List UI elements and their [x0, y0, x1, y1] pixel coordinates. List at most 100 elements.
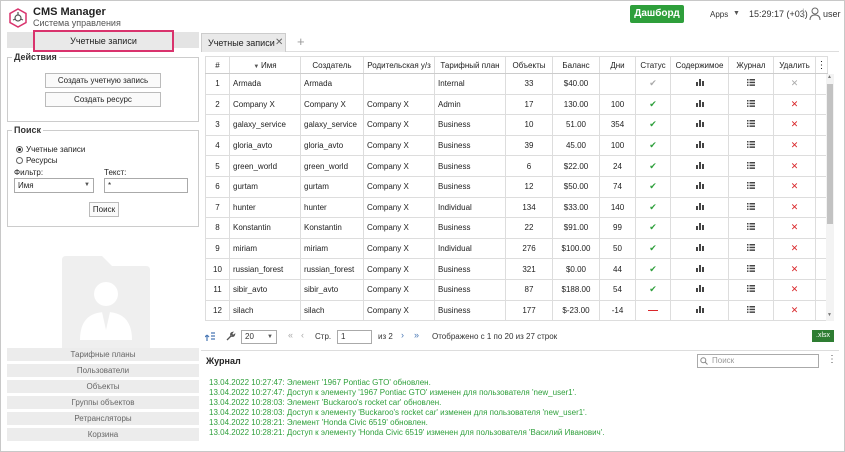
- first-page-icon[interactable]: «: [288, 330, 293, 340]
- delete-icon[interactable]: ✕: [791, 243, 799, 253]
- delete-icon[interactable]: ✕: [791, 202, 799, 212]
- journal-menu-icon[interactable]: ⋮: [827, 354, 837, 365]
- table-scrollbar-thumb[interactable]: [827, 84, 833, 224]
- nav-tariff-plans[interactable]: Тарифные планы: [7, 348, 199, 361]
- delete-icon[interactable]: ✕: [791, 264, 799, 274]
- list-icon[interactable]: [747, 202, 755, 210]
- sidebar: Учетные записи Действия Создать учетную …: [7, 30, 199, 448]
- delete-icon[interactable]: ✕: [791, 99, 799, 109]
- delete-icon[interactable]: ✕: [791, 161, 799, 171]
- last-page-icon[interactable]: »: [414, 330, 419, 340]
- user-icon[interactable]: [809, 7, 821, 21]
- table-row[interactable]: 1 Armada Armada Internal 33 $40.00 ✔ ✕: [205, 73, 828, 95]
- export-xlsx-button[interactable]: .xlsx: [812, 330, 834, 342]
- bar-chart-icon[interactable]: [695, 79, 704, 87]
- delete-icon[interactable]: ✕: [791, 78, 799, 88]
- apps-menu[interactable]: Apps: [710, 10, 728, 19]
- user-name[interactable]: user: [823, 9, 841, 19]
- col-header-status[interactable]: Статус: [635, 56, 671, 74]
- col-header-num[interactable]: #: [205, 56, 230, 74]
- col-header-plan[interactable]: Тарифный план: [434, 56, 506, 74]
- list-icon[interactable]: [747, 264, 755, 272]
- col-header-parent[interactable]: Родительская у/з: [363, 56, 435, 74]
- radio-accounts[interactable]: [16, 146, 23, 153]
- tab-accounts[interactable]: Учетные записи ✕: [201, 33, 286, 52]
- sidebar-tab-accounts[interactable]: Учетные записи: [33, 30, 174, 52]
- table-row[interactable]: 5 green_world green_world Company X Business…: [205, 155, 828, 177]
- table-row[interactable]: 11 sibir_avto sibir_avto Company X Business 8…: [205, 278, 828, 301]
- prev-page-icon[interactable]: ‹: [301, 330, 304, 340]
- list-icon[interactable]: [747, 99, 755, 107]
- table-row[interactable]: 7 hunter hunter Company X Individual 134 $33.0…: [205, 196, 828, 219]
- col-header-delete[interactable]: Удалить: [773, 56, 816, 74]
- add-tab-icon[interactable]: +: [297, 34, 305, 49]
- delete-icon[interactable]: ✕: [791, 119, 799, 129]
- list-icon[interactable]: [747, 223, 755, 231]
- col-header-objects[interactable]: Объекты: [505, 56, 553, 74]
- col-header-journal[interactable]: Журнал: [728, 56, 774, 74]
- page-size-select[interactable]: 20 ▼: [241, 330, 277, 344]
- wrench-icon[interactable]: [225, 331, 236, 342]
- bar-chart-icon[interactable]: [695, 264, 704, 272]
- bar-chart-icon[interactable]: [695, 285, 704, 293]
- column-menu-icon[interactable]: ⋮: [815, 56, 828, 74]
- filter-select[interactable]: Имя ▼: [14, 178, 94, 193]
- bar-chart-icon[interactable]: [695, 244, 704, 252]
- column-settings-icon[interactable]: [205, 331, 217, 343]
- list-icon[interactable]: [747, 141, 755, 148]
- bar-chart-icon[interactable]: [695, 305, 704, 313]
- scroll-up-icon[interactable]: ▲: [827, 74, 832, 80]
- list-icon[interactable]: [747, 161, 755, 169]
- nav-retranslators[interactable]: Ретрансляторы: [7, 412, 199, 425]
- delete-icon[interactable]: ✕: [791, 140, 799, 150]
- col-header-balance[interactable]: Баланс: [552, 56, 600, 74]
- account-avatar-placeholder-icon: [62, 256, 150, 352]
- col-header-days[interactable]: Дни: [599, 56, 636, 74]
- list-icon[interactable]: [747, 244, 755, 251]
- next-page-icon[interactable]: ›: [401, 330, 404, 340]
- bar-chart-icon[interactable]: [695, 120, 704, 128]
- table-row[interactable]: 2 Company X Company X Company X Admin 17 130.0…: [205, 93, 828, 116]
- list-icon[interactable]: [747, 305, 755, 313]
- table-row[interactable]: 12 silach silach Company X Business 177 $-23.0…: [205, 299, 828, 322]
- chevron-down-icon[interactable]: ▼: [733, 10, 740, 17]
- col-header-name[interactable]: ▼ Имя: [229, 56, 301, 74]
- search-text-input[interactable]: *: [104, 178, 188, 193]
- delete-icon[interactable]: ✕: [791, 222, 799, 232]
- table-row[interactable]: 10 russian_forest russian_forest Company XB…: [205, 258, 828, 280]
- bar-chart-icon[interactable]: [695, 202, 704, 210]
- nav-objects[interactable]: Объекты: [7, 380, 199, 393]
- bar-chart-icon[interactable]: [695, 161, 704, 169]
- nav-users[interactable]: Пользователи: [7, 364, 199, 377]
- create-resource-button[interactable]: Создать ресурс: [45, 92, 161, 107]
- delete-icon[interactable]: ✕: [791, 284, 799, 294]
- search-button[interactable]: Поиск: [89, 202, 119, 217]
- page-number-input[interactable]: 1: [337, 330, 372, 344]
- bar-chart-icon[interactable]: [695, 182, 704, 190]
- list-icon[interactable]: [747, 120, 755, 128]
- list-icon[interactable]: [747, 182, 755, 190]
- sort-desc-icon[interactable]: ▼: [253, 64, 261, 70]
- table-row[interactable]: 6 gurtam gurtam Company X Business 12 $50.00 74…: [205, 175, 828, 198]
- table-row[interactable]: 4 gloria_avto gloria_avto Company X Business…: [205, 134, 828, 157]
- col-header-content[interactable]: Содержимое: [670, 56, 729, 74]
- journal-search-input[interactable]: Поиск: [697, 354, 819, 368]
- bar-chart-icon[interactable]: [695, 223, 704, 231]
- create-account-button[interactable]: Создать учетную запись: [45, 73, 161, 88]
- list-icon[interactable]: [747, 79, 755, 87]
- scroll-down-icon[interactable]: ▼: [827, 312, 832, 318]
- bar-chart-icon[interactable]: [695, 141, 704, 149]
- nav-trash[interactable]: Корзина: [7, 428, 199, 441]
- delete-icon[interactable]: ✕: [791, 305, 799, 315]
- nav-object-groups[interactable]: Группы объектов: [7, 396, 199, 409]
- table-row[interactable]: 3 galaxy_service galaxy_service Company X Bu…: [205, 114, 828, 136]
- list-icon[interactable]: [747, 285, 755, 293]
- table-row[interactable]: 9 miriam miriam Company X Individual 276 $100.…: [205, 237, 828, 260]
- col-header-creator[interactable]: Создатель: [300, 56, 364, 74]
- close-icon[interactable]: ✕: [275, 34, 283, 52]
- dashboard-button[interactable]: Дашборд: [630, 5, 684, 23]
- radio-resources[interactable]: [16, 157, 23, 164]
- delete-icon[interactable]: ✕: [791, 181, 799, 191]
- table-row[interactable]: 8 Konstantin Konstantin Company X Business 22…: [205, 217, 828, 239]
- bar-chart-icon[interactable]: [695, 99, 704, 107]
